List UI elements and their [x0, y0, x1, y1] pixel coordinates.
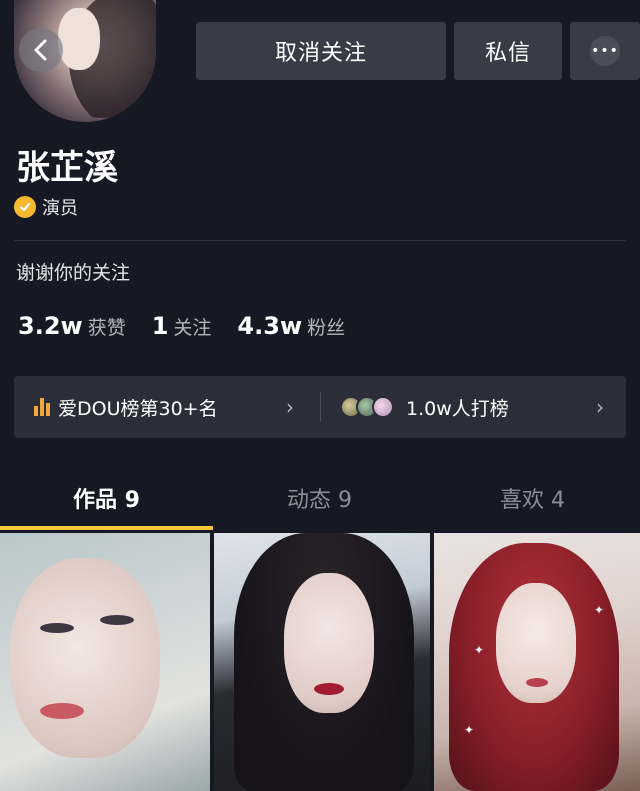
- tab-works[interactable]: 作品 9: [0, 482, 213, 514]
- content-tabs: 作品 9 动态 9 喜欢 4: [0, 470, 640, 532]
- active-tab-indicator: [0, 526, 213, 530]
- sparkle-icon: ✦: [474, 643, 485, 657]
- stat-following[interactable]: 1 关注: [152, 312, 212, 340]
- stat-value: 4.3w: [237, 312, 303, 340]
- profile-name: 张芷溪: [16, 148, 118, 188]
- message-button[interactable]: 私信: [454, 22, 562, 80]
- video-thumbnail[interactable]: [0, 533, 210, 791]
- ranking-bar: 爱DOU榜第30+名 › 1.0w人打榜 ›: [14, 376, 626, 438]
- stat-label: 获赞: [87, 317, 126, 339]
- thumbnail-eye: [40, 623, 74, 633]
- chevron-right-icon: ›: [596, 395, 604, 419]
- profile-bio: 谢谢你的关注: [16, 262, 131, 284]
- thumbnail-lips: [40, 703, 84, 719]
- verified-label: 演员: [42, 198, 78, 219]
- thumbnail-face: [10, 558, 160, 758]
- stat-value: 1: [151, 312, 169, 340]
- tab-moments[interactable]: 动态 9: [213, 482, 426, 514]
- video-thumbnail[interactable]: [214, 533, 430, 791]
- rank-text: 爱DOU榜第30+名: [58, 397, 218, 420]
- supporters-entry[interactable]: 1.0w人打榜: [340, 376, 509, 438]
- thumbnail-lips: [314, 683, 344, 695]
- thumbnail-eye: [100, 615, 134, 625]
- tab-likes[interactable]: 喜欢 4: [426, 482, 639, 514]
- stats-row: 3.2w 获赞 1 关注 4.3w 粉丝: [18, 312, 371, 340]
- rank-bars-icon: [34, 398, 50, 416]
- supporter-avatar: [372, 396, 394, 418]
- thumbnail-lips: [526, 678, 548, 687]
- stat-followers[interactable]: 4.3w 粉丝: [237, 312, 345, 340]
- rank-entry[interactable]: 爱DOU榜第30+名: [34, 376, 218, 438]
- sparkle-icon: ✦: [594, 603, 605, 617]
- unfollow-button[interactable]: 取消关注: [196, 22, 446, 80]
- video-thumbnail[interactable]: ✦ ✦ ✦: [434, 533, 640, 791]
- more-button[interactable]: •••: [570, 22, 640, 80]
- chevron-right-icon: ›: [286, 395, 294, 419]
- divider: [14, 240, 626, 241]
- divider: [320, 392, 321, 422]
- video-grid: ✦ ✦ ✦: [0, 533, 640, 791]
- avatar-face: [58, 8, 100, 70]
- verified-tag: 演员: [14, 194, 78, 220]
- supporters-text: 1.0w人打榜: [406, 397, 509, 420]
- stat-label: 粉丝: [307, 317, 346, 339]
- sparkle-icon: ✦: [464, 723, 475, 737]
- stat-value: 3.2w: [18, 312, 83, 340]
- stat-label: 关注: [173, 317, 212, 339]
- supporter-avatars: [340, 396, 394, 418]
- back-icon: [34, 39, 47, 61]
- stat-likes[interactable]: 3.2w 获赞: [18, 312, 126, 340]
- verified-icon: [14, 196, 36, 218]
- back-button[interactable]: [19, 28, 63, 72]
- more-icon: •••: [590, 36, 620, 66]
